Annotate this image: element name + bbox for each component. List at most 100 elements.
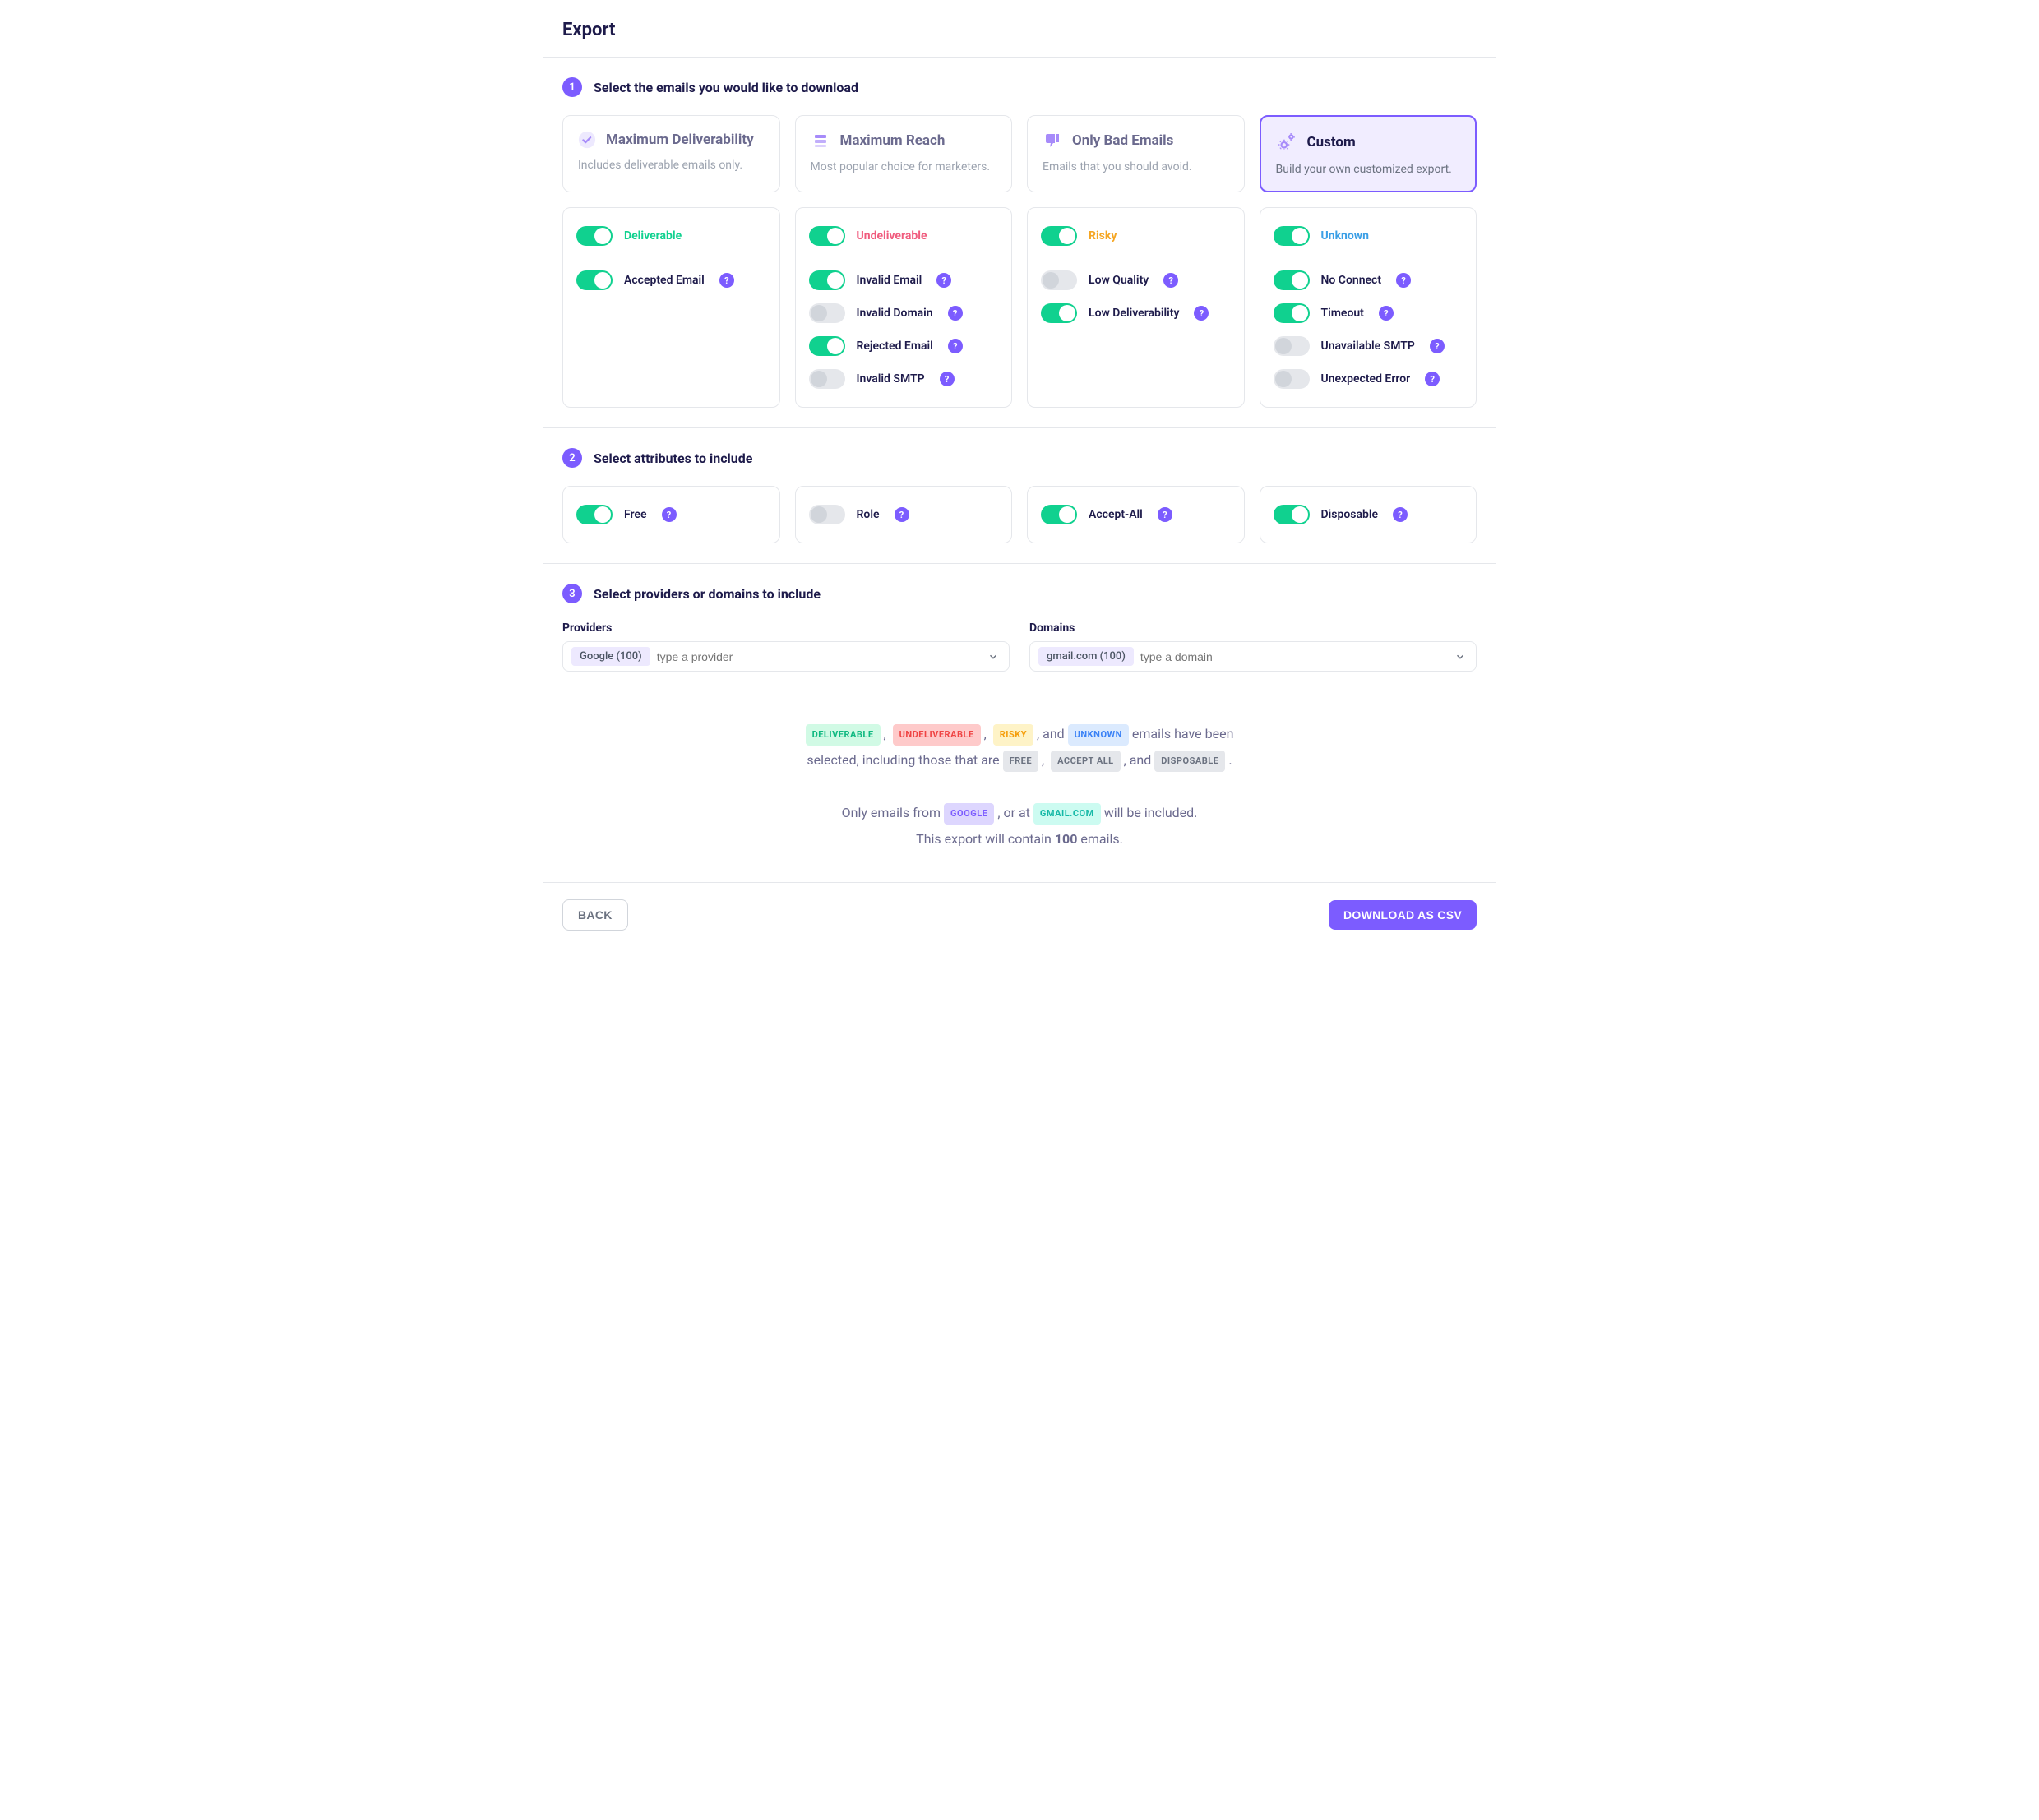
toggle-label: No Connect — [1321, 274, 1382, 287]
attribute-card-free: Free? — [562, 486, 780, 543]
summary-tag: DISPOSABLE — [1154, 751, 1225, 772]
help-icon[interactable]: ? — [1163, 273, 1178, 288]
toggle-switch[interactable] — [1274, 303, 1310, 323]
preset-card-title: Maximum Deliverability — [606, 132, 754, 148]
summary-tag: UNDELIVERABLE — [893, 724, 981, 746]
help-icon[interactable]: ? — [1194, 306, 1209, 321]
help-icon[interactable]: ? — [1379, 306, 1394, 321]
toggle-switch[interactable] — [809, 369, 845, 389]
toggle-label: Timeout — [1321, 307, 1364, 320]
toggle-label: Unavailable SMTP — [1321, 340, 1415, 353]
toggle-label: Unexpected Error — [1321, 372, 1411, 386]
toggle-switch[interactable] — [576, 226, 613, 246]
toggle-switch[interactable] — [809, 270, 845, 290]
domains-input[interactable] — [1140, 650, 1468, 663]
toggle-switch[interactable] — [1274, 270, 1310, 290]
summary-tag: ACCEPT ALL — [1051, 751, 1121, 772]
toggle-switch[interactable] — [1274, 505, 1310, 524]
help-icon[interactable]: ? — [662, 507, 677, 522]
back-button[interactable]: BACK — [562, 899, 628, 931]
thumbs-down-icon — [1043, 131, 1062, 150]
help-icon[interactable]: ? — [1393, 507, 1408, 522]
attribute-card-disposable: Disposable? — [1260, 486, 1477, 543]
domains-label: Domains — [1029, 621, 1477, 635]
chevron-down-icon[interactable] — [1454, 651, 1466, 663]
status-group-undeliverable: Undeliverable Invalid Email? Invalid Domai… — [795, 207, 1013, 408]
page-header: Export — [543, 0, 1496, 58]
toggle-label: Role — [857, 508, 880, 521]
section-providers: 3 Select providers or domains to include… — [543, 564, 1496, 691]
preset-card-subtitle: Emails that you should avoid. — [1043, 160, 1229, 173]
summary-tag: RISKY — [993, 724, 1033, 746]
toggle-switch[interactable] — [809, 336, 845, 356]
toggle-label: Accept-All — [1089, 508, 1143, 521]
toggle-switch[interactable] — [1041, 505, 1077, 524]
help-icon[interactable]: ? — [719, 273, 734, 288]
toggle-label: Invalid SMTP — [857, 372, 925, 386]
help-icon[interactable]: ? — [1396, 273, 1411, 288]
preset-card-subtitle: Includes deliverable emails only. — [578, 159, 765, 172]
help-icon[interactable]: ? — [940, 372, 955, 386]
attribute-card-role: Role? — [795, 486, 1013, 543]
toggle-switch[interactable] — [576, 270, 613, 290]
toggle-label: Invalid Email — [857, 274, 922, 287]
toggle-switch[interactable] — [1274, 369, 1310, 389]
toggle-label: Unknown — [1321, 229, 1369, 243]
toggle-label: Deliverable — [624, 229, 682, 243]
step-badge-3: 3 — [562, 584, 582, 603]
help-icon[interactable]: ? — [1430, 339, 1445, 353]
toggle-label: Low Deliverability — [1089, 307, 1179, 320]
preset-card-title: Maximum Reach — [840, 132, 946, 149]
section-select-emails: 1 Select the emails you would like to do… — [543, 58, 1496, 428]
toggle-label: Risky — [1089, 229, 1117, 243]
toggle-switch[interactable] — [1274, 226, 1310, 246]
preset-card-title: Custom — [1307, 134, 1356, 150]
providers-combobox[interactable]: Google (100) — [562, 641, 1010, 672]
status-group-risky: RiskyLow Quality?Low Deliverability? — [1027, 207, 1245, 408]
domain-chip[interactable]: gmail.com (100) — [1038, 647, 1134, 666]
providers-input[interactable] — [657, 650, 1001, 663]
page-title: Export — [562, 20, 1477, 40]
help-icon[interactable]: ? — [1158, 507, 1172, 522]
section-title: Select providers or domains to include — [594, 586, 821, 602]
toggle-label: Accepted Email — [624, 274, 705, 287]
toggle-switch[interactable] — [1041, 270, 1077, 290]
chevron-down-icon[interactable] — [987, 651, 999, 663]
toggle-switch[interactable] — [1041, 303, 1077, 323]
help-icon[interactable]: ? — [895, 507, 909, 522]
summary-tag: DELIVERABLE — [806, 724, 881, 746]
help-icon[interactable]: ? — [1425, 372, 1440, 386]
provider-chip[interactable]: Google (100) — [571, 647, 650, 666]
toggle-label: Disposable — [1321, 508, 1379, 521]
step-badge-2: 2 — [562, 448, 582, 468]
summary-tag: GMAIL.COM — [1033, 803, 1101, 825]
toggle-label: Invalid Domain — [857, 307, 933, 320]
check-circle-icon — [578, 131, 596, 149]
export-count: 100 — [1055, 831, 1078, 847]
help-icon[interactable]: ? — [936, 273, 951, 288]
preset-card-custom[interactable]: CustomBuild your own customized export. — [1260, 115, 1477, 192]
preset-card-subtitle: Most popular choice for marketers. — [811, 160, 997, 173]
toggle-label: Undeliverable — [857, 229, 927, 243]
providers-label: Providers — [562, 621, 1010, 635]
preset-card-maximum-deliverability[interactable]: Maximum Deliverability Includes deliverab… — [562, 115, 780, 192]
toggle-switch[interactable] — [809, 226, 845, 246]
summary-tag: UNKNOWN — [1068, 724, 1129, 746]
preset-card-only-bad-emails[interactable]: Only Bad EmailsEmails that you should av… — [1027, 115, 1245, 192]
section-title: Select attributes to include — [594, 450, 752, 466]
footer: BACK DOWNLOAD AS CSV — [543, 883, 1496, 947]
toggle-label: Rejected Email — [857, 340, 933, 353]
section-attributes: 2 Select attributes to include Free? Role… — [543, 428, 1496, 564]
preset-card-maximum-reach[interactable]: Maximum Reach Most popular choice for mar… — [795, 115, 1013, 192]
toggle-switch[interactable] — [809, 303, 845, 323]
help-icon[interactable]: ? — [948, 339, 963, 353]
help-icon[interactable]: ? — [948, 306, 963, 321]
toggle-switch[interactable] — [576, 505, 613, 524]
domains-combobox[interactable]: gmail.com (100) — [1029, 641, 1477, 672]
toggle-switch[interactable] — [1274, 336, 1310, 356]
summary-text: DELIVERABLE , UNDELIVERABLE , RISKY , an… — [543, 691, 1496, 883]
summary-tag: FREE — [1003, 751, 1038, 772]
download-csv-button[interactable]: DOWNLOAD AS CSV — [1329, 900, 1477, 930]
toggle-switch[interactable] — [809, 505, 845, 524]
toggle-switch[interactable] — [1041, 226, 1077, 246]
